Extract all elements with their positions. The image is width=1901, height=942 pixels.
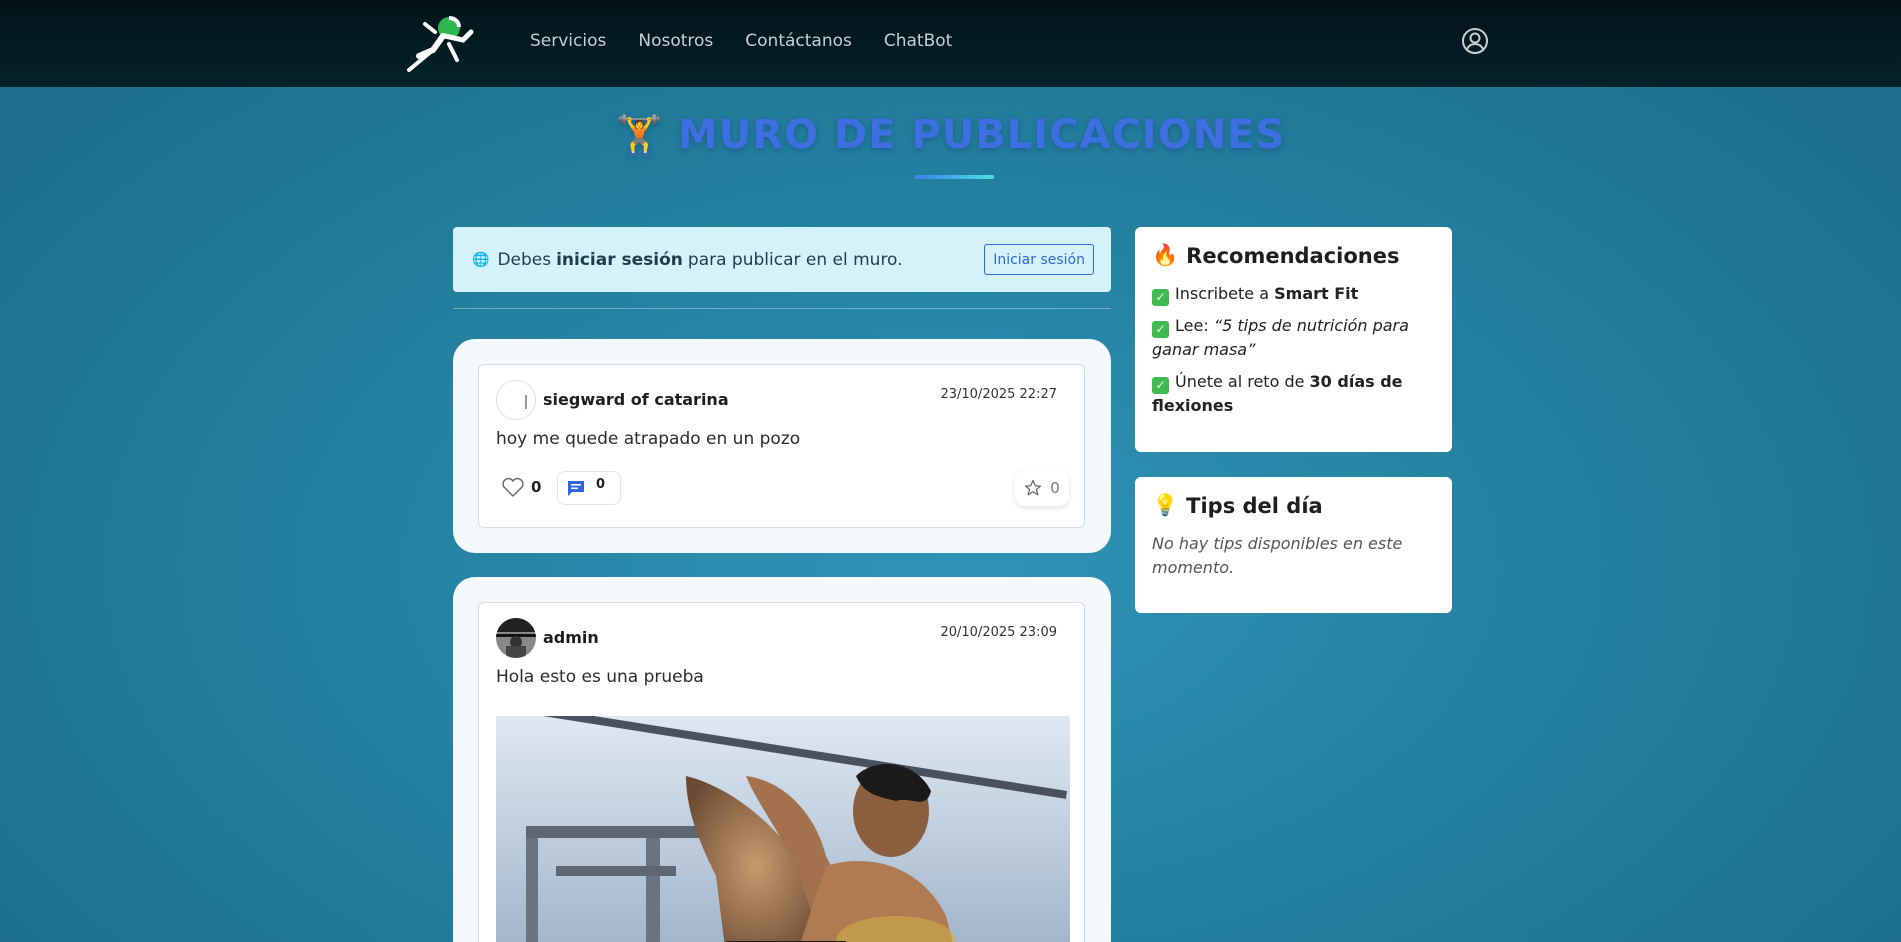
comment-count: 0: [596, 476, 606, 492]
page-header: 🏋 MURO DE PUBLICACIONES: [0, 112, 1901, 158]
heart-icon: [502, 477, 524, 497]
check-icon: ✓: [1152, 289, 1169, 306]
nav-links: Servicios Nosotros Contáctanos ChatBot: [530, 31, 984, 51]
globe-icon: 🌐: [472, 251, 490, 268]
nav-link-contactanos[interactable]: Contáctanos: [745, 31, 852, 51]
favorite-button[interactable]: 0: [1015, 470, 1069, 506]
weightlifter-icon: 🏋: [615, 112, 665, 157]
tips-empty-message: No hay tips disponibles en este momento.: [1152, 534, 1403, 577]
page-title: 🏋 MURO DE PUBLICACIONES: [616, 112, 1286, 158]
tips-title: 💡 Tips del día: [1152, 493, 1435, 518]
fire-icon: 🔥: [1152, 243, 1179, 267]
login-button[interactable]: Iniciar sesión: [984, 244, 1094, 275]
broken-image-icon: [525, 395, 527, 409]
post-content: hoy me quede atrapado en un pozo: [496, 429, 801, 449]
alert-suffix: para publicar en el muro.: [687, 249, 903, 270]
tips-title-text: Tips del día: [1186, 493, 1323, 518]
check-icon: ✓: [1152, 377, 1169, 394]
login-alert: 🌐 Debes iniciar sesión para publicar en …: [453, 227, 1111, 292]
navbar: Servicios Nosotros Contáctanos ChatBot: [0, 0, 1901, 87]
post: admin 20/10/2025 23:09 Hola esto es una …: [478, 602, 1085, 942]
nav-link-servicios[interactable]: Servicios: [530, 31, 606, 51]
post-content: Hola esto es una prueba: [496, 667, 704, 687]
check-icon: ✓: [1152, 321, 1169, 338]
divider: [453, 308, 1111, 309]
comment-icon: [568, 481, 584, 496]
avatar[interactable]: [496, 380, 536, 420]
user-account-icon[interactable]: [1461, 27, 1489, 55]
post-card: siegward of catarina 23/10/2025 22:27 ho…: [453, 339, 1111, 553]
title-underline: [914, 175, 994, 179]
favorite-count: 0: [1050, 479, 1060, 497]
recommendation-item: ✓ Inscribete a Smart Fit: [1152, 282, 1435, 306]
alert-bold: iniciar sesión: [556, 249, 683, 270]
runner-logo-icon[interactable]: [405, 10, 477, 74]
rec-text: Únete al reto de: [1175, 372, 1305, 391]
recommendation-item: ✓ Únete al reto de 30 días de flexiones: [1152, 370, 1435, 418]
rec-bold: Smart Fit: [1274, 284, 1359, 303]
admin-avatar-image: [496, 618, 536, 658]
recommendations-title-text: Recomendaciones: [1186, 243, 1400, 268]
post-username[interactable]: admin: [543, 628, 599, 647]
rec-text: Inscribete a: [1175, 284, 1270, 303]
post: siegward of catarina 23/10/2025 22:27 ho…: [478, 364, 1085, 528]
post-date: 23/10/2025 22:27: [940, 387, 1057, 402]
lightbulb-icon: 💡: [1152, 493, 1179, 517]
alert-prefix: Debes: [497, 249, 552, 270]
post-date: 20/10/2025 23:09: [940, 625, 1057, 640]
post-card: admin 20/10/2025 23:09 Hola esto es una …: [453, 577, 1111, 942]
avatar[interactable]: [496, 618, 536, 658]
post-image[interactable]: [496, 716, 1070, 942]
nav-link-chatbot[interactable]: ChatBot: [884, 31, 952, 51]
like-count: 0: [531, 478, 542, 496]
star-icon: [1025, 479, 1042, 496]
rec-text: Lee:: [1175, 316, 1209, 335]
recommendations-list: ✓ Inscribete a Smart Fit ✓ Lee: “5 tips de…: [1152, 282, 1435, 418]
nav-link-nosotros[interactable]: Nosotros: [638, 31, 713, 51]
like-button[interactable]: 0: [501, 476, 541, 498]
recommendations-title: 🔥 Recomendaciones: [1152, 243, 1435, 268]
comment-button[interactable]: 0: [557, 471, 621, 505]
tips-card: 💡 Tips del día No hay tips disponibles e…: [1135, 477, 1452, 613]
pullup-photo-image: [496, 716, 1070, 942]
page-title-text: MURO DE PUBLICACIONES: [678, 112, 1286, 158]
recommendations-card: 🔥 Recomendaciones ✓ Inscribete a Smart Fi…: [1135, 227, 1452, 452]
post-username[interactable]: siegward of catarina: [543, 390, 729, 409]
recommendation-item: ✓ Lee: “5 tips de nutrición para ganar ma…: [1152, 314, 1435, 362]
